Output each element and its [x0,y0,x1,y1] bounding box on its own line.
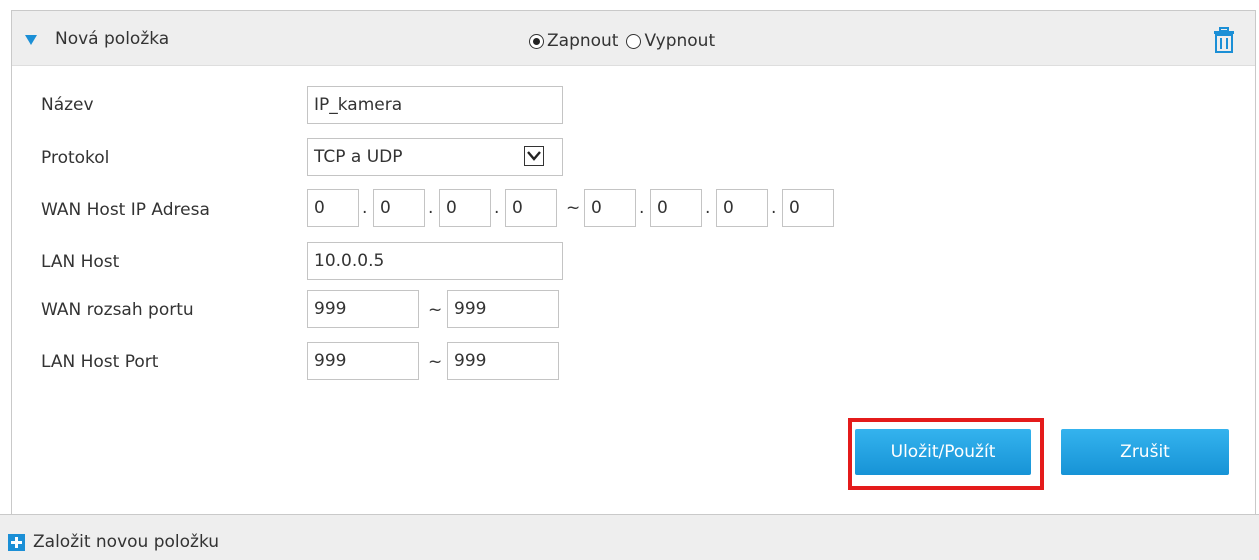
ip-dot: . [639,198,645,218]
range-tilde: ~ [428,300,443,320]
radio-disable-circle[interactable] [626,33,642,49]
wan-ip-end-octet-2[interactable]: 0 [650,189,702,227]
name-input[interactable]: IP_kamera [307,86,563,124]
lan-host-input[interactable]: 10.0.0.5 [307,242,563,280]
triangle-down-icon[interactable] [25,35,37,45]
radio-enable-circle[interactable] [529,33,544,49]
wan-ip-label: WAN Host IP Adresa [41,200,210,220]
wan-port-start-input[interactable]: 999 [307,290,419,328]
wan-port-label: WAN rozsah portu [41,300,194,320]
radio-enable[interactable]: Zapnout [529,31,618,51]
protocol-value: TCP a UDP [314,147,403,167]
ip-dot: . [771,198,777,218]
lan-port-start-input[interactable]: 999 [307,342,419,380]
range-tilde: ~ [566,198,581,218]
lan-port-label: LAN Host Port [41,352,159,372]
wan-ip-end-octet-3[interactable]: 0 [716,189,768,227]
footer-bar: Založit novou položku [0,514,1259,560]
plus-icon[interactable] [8,534,25,551]
radio-disable[interactable]: Vypnout [626,31,715,51]
protocol-select[interactable]: TCP a UDP [307,138,563,176]
enable-radio-group: Zapnout Vypnout [529,31,723,51]
ip-dot: . [705,198,711,218]
protocol-label: Protokol [41,148,110,168]
add-new-item-link[interactable]: Založit novou položku [33,532,219,552]
wan-ip-start-octet-2[interactable]: 0 [373,189,425,227]
wan-ip-start-octet-4[interactable]: 0 [505,189,557,227]
wan-ip-start-octet-1[interactable]: 0 [307,189,359,227]
chevron-down-icon[interactable] [524,146,544,166]
panel-title: Nová položka [55,29,170,49]
radio-enable-label: Zapnout [547,31,619,51]
wan-ip-start-octet-3[interactable]: 0 [439,189,491,227]
range-tilde: ~ [428,352,443,372]
panel-header: Nová položka Zapnout Vypnout [12,11,1255,66]
ip-dot: . [362,198,368,218]
wan-port-end-input[interactable]: 999 [447,290,559,328]
lan-host-label: LAN Host [41,252,120,272]
highlight-frame [848,418,1044,490]
ip-dot: . [494,198,500,218]
wan-ip-end-octet-4[interactable]: 0 [782,189,834,227]
trash-icon[interactable] [1213,27,1235,53]
radio-disable-label: Vypnout [644,31,716,51]
cancel-button[interactable]: Zrušit [1061,429,1229,475]
lan-port-end-input[interactable]: 999 [447,342,559,380]
wan-ip-end-octet-1[interactable]: 0 [584,189,636,227]
ip-dot: . [428,198,434,218]
name-label: Název [41,95,94,115]
